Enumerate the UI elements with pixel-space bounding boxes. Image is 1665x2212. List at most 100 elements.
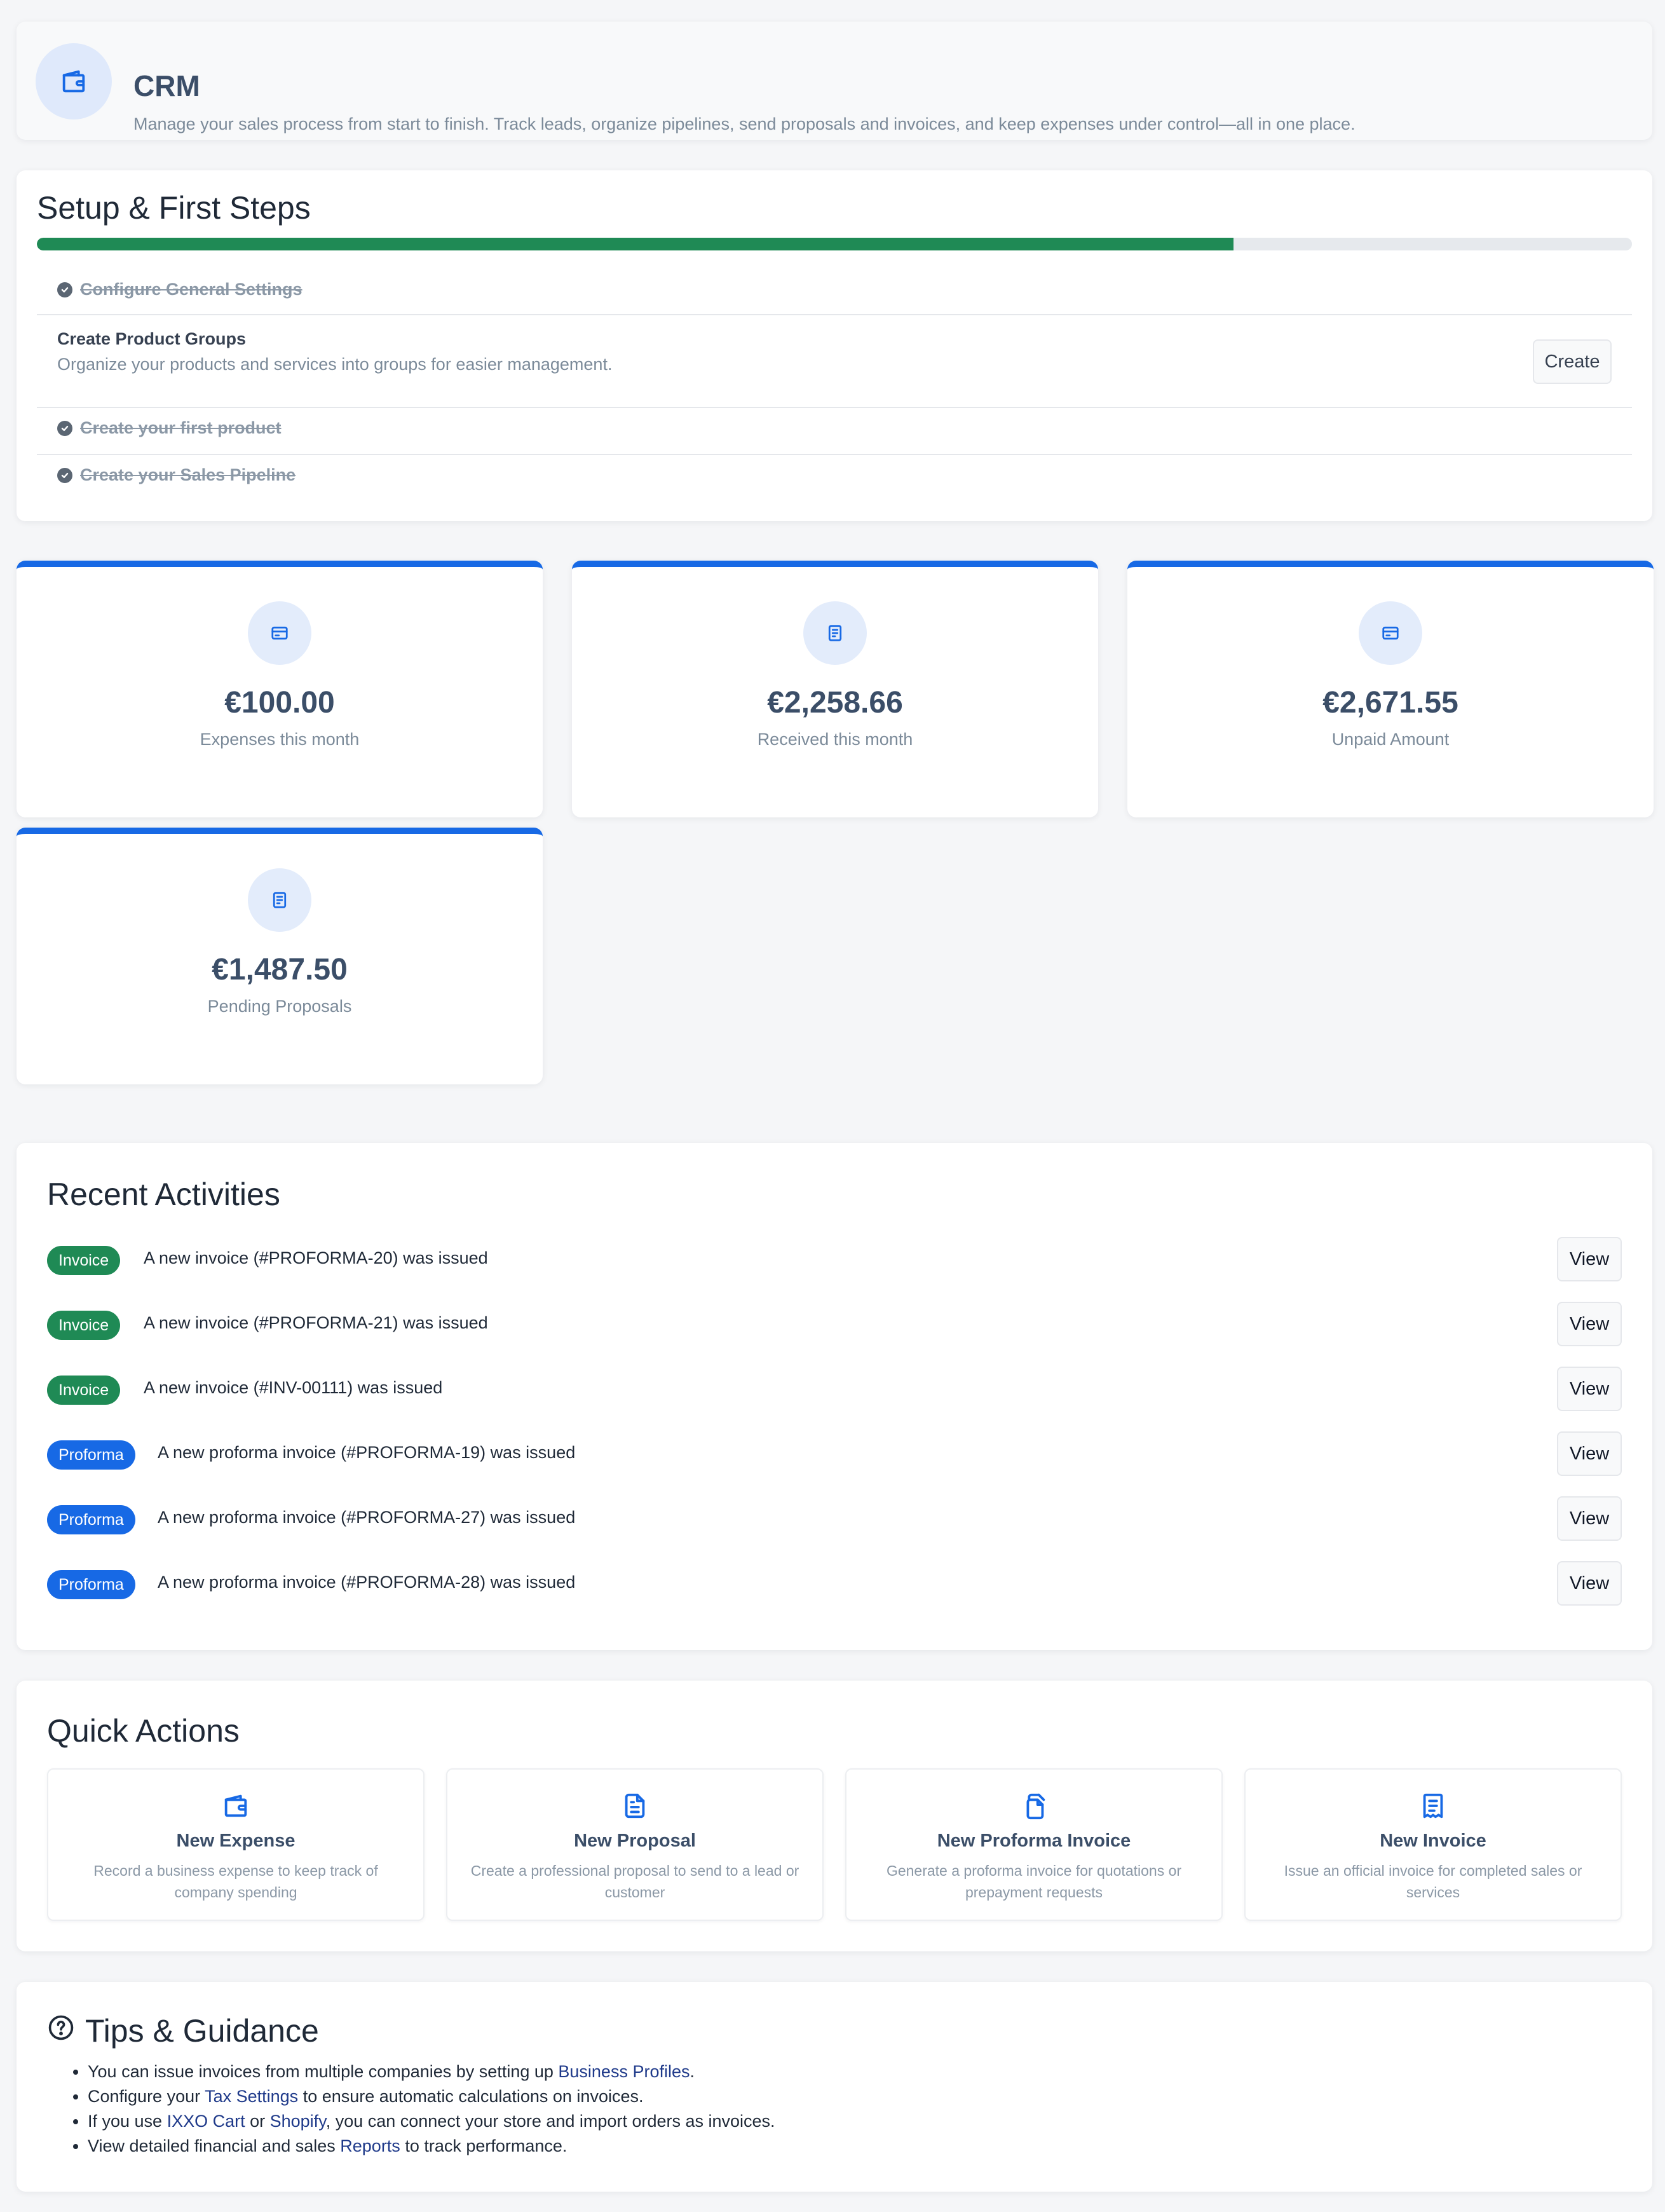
activity-type-badge: Invoice xyxy=(47,1311,121,1340)
tips-heading: Tips & Guidance xyxy=(47,2012,319,2049)
new-proposal-action[interactable]: New Proposal Create a professional propo… xyxy=(446,1768,824,1921)
activity-text: A new invoice (#INV-00111) was issued xyxy=(144,1378,443,1397)
setup-step-product-groups-description: Organize your products and services into… xyxy=(57,355,613,374)
tip-text: . xyxy=(690,2062,695,2081)
page-title: CRM xyxy=(133,69,200,102)
divider xyxy=(37,407,1632,408)
business-profiles-link[interactable]: Business Profiles xyxy=(558,2062,690,2081)
page-header: CRM Manage your sales process from start… xyxy=(17,22,1652,140)
quick-action-description: Create a professional proposal to send t… xyxy=(470,1862,799,1901)
setup-step-general-settings: Configure General Settings xyxy=(57,280,302,299)
quick-action-description: Record a business expense to keep track … xyxy=(93,1862,378,1901)
copy-files-icon xyxy=(846,1791,1221,1820)
view-activity-button[interactable]: View xyxy=(1557,1561,1622,1606)
stat-value: €2,671.55 xyxy=(1322,686,1458,720)
activity-row: Proforma A new proforma invoice (#PROFOR… xyxy=(47,1431,1622,1476)
setup-card: Setup & First Steps Configure General Se… xyxy=(17,170,1652,521)
tip-text: to track performance. xyxy=(400,2136,567,2155)
tax-settings-link[interactable]: Tax Settings xyxy=(205,2087,298,2106)
stat-label: Unpaid Amount xyxy=(1331,730,1450,749)
stat-card-unpaid: €2,671.55 Unpaid Amount xyxy=(1127,561,1654,817)
check-circle-icon xyxy=(57,282,72,297)
tip-text: Configure your xyxy=(88,2087,205,2106)
setup-progress-fill xyxy=(37,238,1233,250)
activity-text: A new proforma invoice (#PROFORMA-19) wa… xyxy=(158,1443,576,1462)
activity-type-badge: Proforma xyxy=(47,1570,135,1599)
quick-action-description: Generate a proforma invoice for quotatio… xyxy=(886,1862,1182,1901)
activity-row: Proforma A new proforma invoice (#PROFOR… xyxy=(47,1561,1622,1606)
quick-action-title: New Proforma Invoice xyxy=(937,1831,1131,1851)
tip-item: View detailed financial and sales Report… xyxy=(88,2134,775,2159)
activity-type-badge: Invoice xyxy=(47,1246,121,1275)
setup-step-label: Configure General Settings xyxy=(80,280,302,299)
new-invoice-action[interactable]: New Invoice Issue an official invoice fo… xyxy=(1244,1768,1622,1921)
activity-row: Invoice A new invoice (#PROFORMA-20) was… xyxy=(47,1237,1622,1281)
setup-title: Setup & First Steps xyxy=(37,190,311,226)
new-proforma-invoice-action[interactable]: New Proforma Invoice Generate a proforma… xyxy=(845,1768,1223,1921)
help-circle-icon xyxy=(47,2012,75,2049)
tips-title: Tips & Guidance xyxy=(85,2013,319,2049)
activity-text: A new invoice (#PROFORMA-20) was issued xyxy=(144,1248,488,1267)
view-activity-button[interactable]: View xyxy=(1557,1496,1622,1541)
tips-list: You can issue invoices from multiple com… xyxy=(88,2059,775,2159)
credit-card-icon xyxy=(248,601,311,665)
stat-label: Pending Proposals xyxy=(207,997,352,1016)
receipt-icon xyxy=(1246,1791,1621,1820)
tip-text: If you use xyxy=(88,2112,167,2131)
wallet-icon xyxy=(36,43,112,119)
stat-label: Expenses this month xyxy=(200,730,360,749)
ixxo-cart-link[interactable]: IXXO Cart xyxy=(167,2112,245,2131)
create-product-group-button[interactable]: Create xyxy=(1533,339,1612,384)
document-icon xyxy=(803,601,867,665)
activity-row: Proforma A new proforma invoice (#PROFOR… xyxy=(47,1496,1622,1541)
quick-actions-card: Quick Actions New Expense Record a busin… xyxy=(17,1681,1652,1951)
recent-activities-title: Recent Activities xyxy=(47,1177,280,1212)
quick-actions-title: Quick Actions xyxy=(47,1713,240,1749)
tip-text: or xyxy=(245,2112,270,2131)
reports-link[interactable]: Reports xyxy=(340,2136,400,2155)
view-activity-button[interactable]: View xyxy=(1557,1367,1622,1411)
tip-item: Configure your Tax Settings to ensure au… xyxy=(88,2084,775,2109)
activity-type-badge: Proforma xyxy=(47,1440,135,1470)
quick-action-description: Issue an official invoice for completed … xyxy=(1284,1862,1582,1901)
quick-action-title: New Invoice xyxy=(1380,1831,1486,1851)
activity-type-badge: Proforma xyxy=(47,1505,135,1534)
tip-item: If you use IXXO Cart or Shopify, you can… xyxy=(88,2109,775,2134)
divider xyxy=(37,314,1632,315)
tip-text: View detailed financial and sales xyxy=(88,2136,341,2155)
tip-text: to ensure automatic calculations on invo… xyxy=(298,2087,644,2106)
shopify-link[interactable]: Shopify xyxy=(270,2112,326,2131)
setup-progress-bar xyxy=(37,238,1632,250)
new-expense-action[interactable]: New Expense Record a business expense to… xyxy=(47,1768,425,1921)
tip-item: You can issue invoices from multiple com… xyxy=(88,2059,775,2084)
tip-text: You can issue invoices from multiple com… xyxy=(88,2062,559,2081)
setup-step-first-product: Create your first product xyxy=(57,418,282,438)
tip-text: , you can connect your store and import … xyxy=(325,2112,775,2131)
activity-text: A new invoice (#PROFORMA-21) was issued xyxy=(144,1313,488,1332)
stat-value: €1,487.50 xyxy=(212,953,348,987)
activity-row: Invoice A new invoice (#PROFORMA-21) was… xyxy=(47,1302,1622,1346)
setup-step-sales-pipeline: Create your Sales Pipeline xyxy=(57,465,296,485)
divider xyxy=(37,454,1632,455)
view-activity-button[interactable]: View xyxy=(1557,1302,1622,1346)
stat-card-expenses: €100.00 Expenses this month xyxy=(17,561,543,817)
quick-action-title: New Proposal xyxy=(574,1831,696,1851)
wallet-icon xyxy=(48,1791,423,1820)
recent-activities-card: Recent Activities Invoice A new invoice … xyxy=(17,1143,1652,1650)
setup-step-label: Create your Sales Pipeline xyxy=(80,465,296,484)
activity-type-badge: Invoice xyxy=(47,1376,121,1405)
tips-card: Tips & Guidance You can issue invoices f… xyxy=(17,1982,1652,2192)
activity-text: A new proforma invoice (#PROFORMA-27) wa… xyxy=(158,1508,576,1527)
stat-card-pending-proposals: €1,487.50 Pending Proposals xyxy=(17,828,543,1084)
check-circle-icon xyxy=(57,420,72,436)
stat-value: €2,258.66 xyxy=(767,686,903,720)
setup-step-product-groups-title: Create Product Groups xyxy=(57,329,247,348)
page-subtitle: Manage your sales process from start to … xyxy=(133,114,1356,133)
view-activity-button[interactable]: View xyxy=(1557,1431,1622,1476)
credit-card-icon xyxy=(1359,601,1422,665)
stat-card-received: €2,258.66 Received this month xyxy=(572,561,1098,817)
stat-value: €100.00 xyxy=(224,686,335,720)
activity-text: A new proforma invoice (#PROFORMA-28) wa… xyxy=(158,1573,576,1592)
view-activity-button[interactable]: View xyxy=(1557,1237,1622,1281)
activity-row: Invoice A new invoice (#INV-00111) was i… xyxy=(47,1367,1622,1411)
